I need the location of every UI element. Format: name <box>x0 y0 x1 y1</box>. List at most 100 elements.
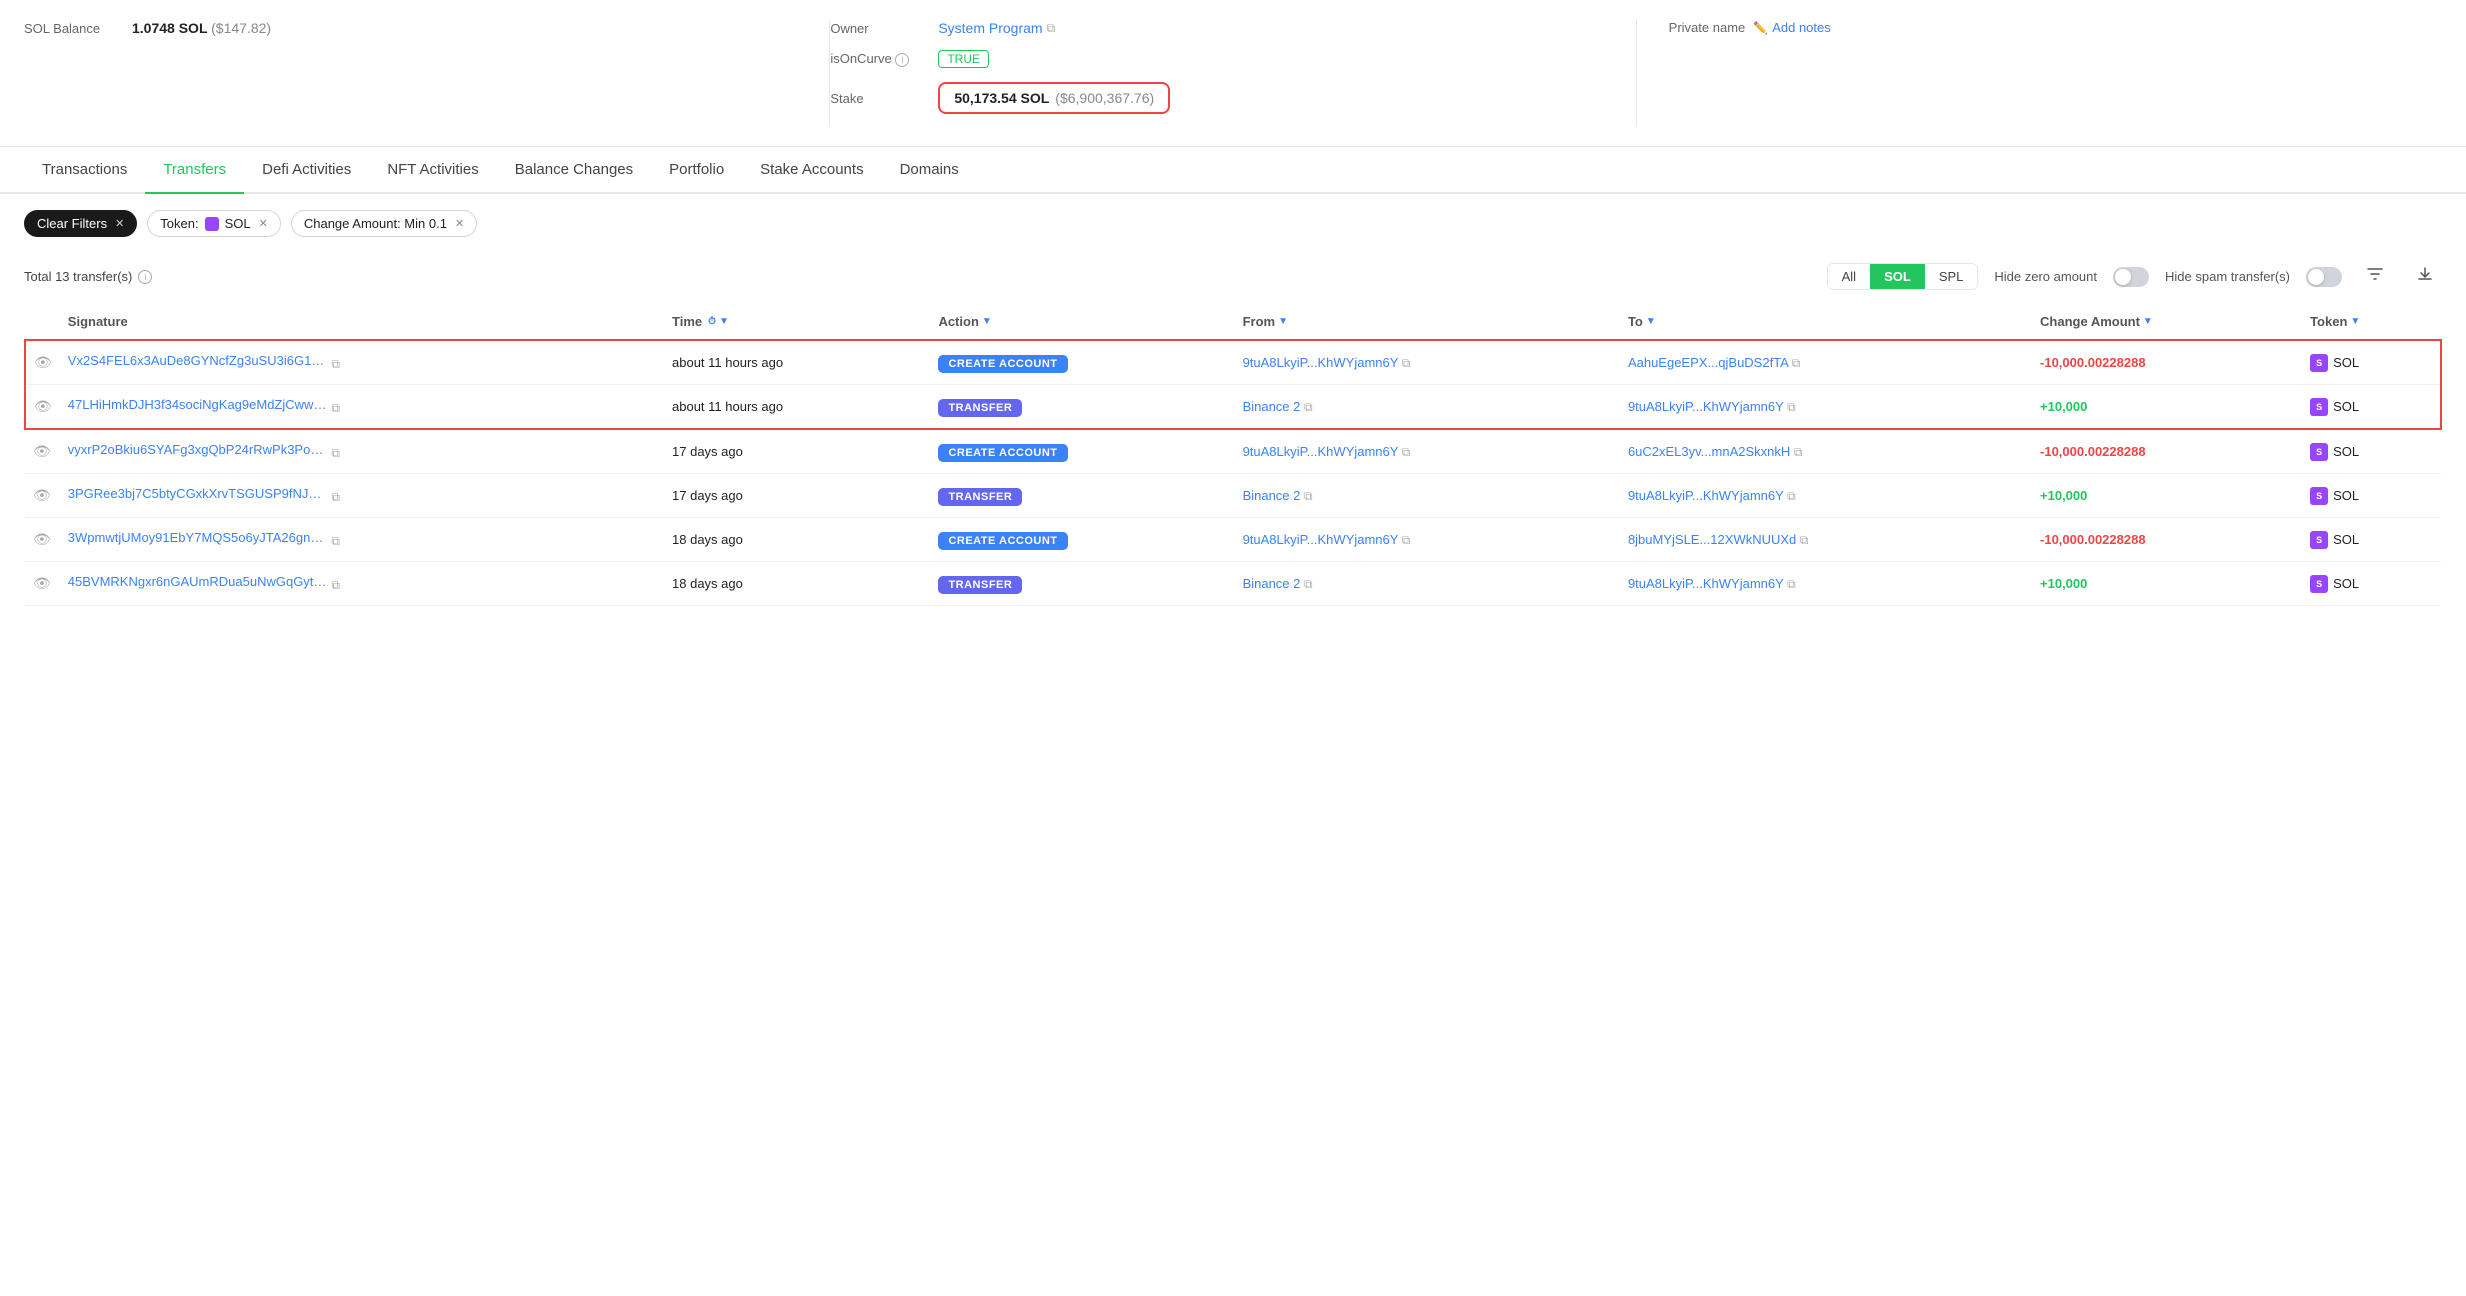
signature-link[interactable]: 45BVMRKNgxr6nGAUmRDua5uNwGqGytgyfqLndx..… <box>68 574 328 589</box>
copy-icon[interactable]: ⧉ <box>1047 21 1056 36</box>
table-row: 👁 3WpmwtjUMoy91EbY7MQS5o6yJTA26gnQKsS7V.… <box>25 518 2441 562</box>
token-filter-col-icon[interactable]: ▼ <box>2350 316 2360 327</box>
to-copy-icon[interactable]: ⧉ <box>1787 400 1796 414</box>
signature-link[interactable]: 3WpmwtjUMoy91EbY7MQS5o6yJTA26gnQKsS7V... <box>68 530 328 545</box>
from-copy-icon[interactable]: ⧉ <box>1402 445 1411 459</box>
action-cell: CREATE ACCOUNT <box>930 340 1234 385</box>
from-cell: Binance 2 ⧉ <box>1235 474 1620 518</box>
owner-link[interactable]: System Program ⧉ <box>938 20 1055 36</box>
change-amount-filter-col-icon[interactable]: ▼ <box>2143 316 2153 327</box>
time-sort-icon[interactable]: ⏱ <box>708 316 716 327</box>
from-copy-icon[interactable]: ⧉ <box>1402 356 1411 370</box>
row-eye-icon[interactable]: 👁 <box>33 487 51 503</box>
to-copy-icon[interactable]: ⧉ <box>1800 533 1809 547</box>
to-address-link[interactable]: 9tuA8LkyiP...KhWYjamn6Y <box>1628 576 1784 591</box>
filter-icon-btn[interactable] <box>2358 261 2392 292</box>
from-filter-icon[interactable]: ▼ <box>1278 316 1288 327</box>
clear-filters-x-icon[interactable]: ✕ <box>115 217 124 230</box>
tab-defi[interactable]: Defi Activities <box>244 147 369 194</box>
tab-domains[interactable]: Domains <box>882 147 977 194</box>
from-copy-icon[interactable]: ⧉ <box>1304 489 1313 503</box>
from-copy-icon[interactable]: ⧉ <box>1402 533 1411 547</box>
row-eye-icon[interactable]: 👁 <box>34 398 52 414</box>
to-copy-icon[interactable]: ⧉ <box>1787 577 1796 591</box>
sig-copy-icon[interactable]: ⧉ <box>331 534 340 548</box>
from-copy-icon[interactable]: ⧉ <box>1304 400 1313 414</box>
spl-btn[interactable]: SPL <box>1925 264 1978 289</box>
token-cell: S SOL <box>2302 340 2441 385</box>
to-address-link[interactable]: AahuEgeEPX...qjBuDS2fTA <box>1628 355 1788 370</box>
sol-btn[interactable]: SOL <box>1870 264 1925 289</box>
signature-link[interactable]: 47LHiHmkDJH3f34sociNgKag9eMdZjCwwVj3wgS.… <box>68 397 328 412</box>
to-copy-icon[interactable]: ⧉ <box>1794 445 1803 459</box>
change-amount-cell: +10,000 <box>2032 385 2302 430</box>
signature-link[interactable]: vyxrP2oBkiu6SYAFg3xgQbP24rRwPk3PoKgqQrjt… <box>68 442 328 457</box>
time-filter-icon[interactable]: ▼ <box>719 316 729 327</box>
to-cell: 9tuA8LkyiP...KhWYjamn6Y ⧉ <box>1620 474 2032 518</box>
isoncurve-info-icon[interactable]: i <box>895 53 909 67</box>
sig-copy-icon[interactable]: ⧉ <box>331 446 340 460</box>
row-eye-icon[interactable]: 👁 <box>34 354 52 370</box>
tab-portfolio[interactable]: Portfolio <box>651 147 742 194</box>
to-filter-icon[interactable]: ▼ <box>1646 316 1656 327</box>
from-address-link[interactable]: Binance 2 <box>1243 488 1301 503</box>
from-address-link[interactable]: Binance 2 <box>1243 399 1301 414</box>
from-address-link[interactable]: 9tuA8LkyiP...KhWYjamn6Y <box>1243 444 1399 459</box>
tab-transfers[interactable]: Transfers <box>145 147 244 194</box>
tab-stake[interactable]: Stake Accounts <box>742 147 881 194</box>
sig-copy-icon[interactable]: ⧉ <box>331 490 340 504</box>
token-filter-chip[interactable]: Token: SOL ✕ <box>147 210 281 237</box>
to-copy-icon[interactable]: ⧉ <box>1787 489 1796 503</box>
token-filter-x-icon[interactable]: ✕ <box>259 217 268 230</box>
row-eye-icon[interactable]: 👁 <box>33 575 51 591</box>
to-address-link[interactable]: 9tuA8LkyiP...KhWYjamn6Y <box>1628 488 1784 503</box>
col-to: To ▼ <box>1620 304 2032 340</box>
download-icon <box>2416 265 2434 283</box>
clear-filters-btn[interactable]: Clear Filters ✕ <box>24 210 137 237</box>
to-copy-icon[interactable]: ⧉ <box>1792 356 1801 370</box>
from-copy-icon[interactable]: ⧉ <box>1304 577 1313 591</box>
action-cell: TRANSFER <box>930 562 1234 606</box>
to-address-link[interactable]: 6uC2xEL3yv...mnA2SkxnkH <box>1628 444 1790 459</box>
to-cell: 9tuA8LkyiP...KhWYjamn6Y ⧉ <box>1620 562 2032 606</box>
all-btn[interactable]: All <box>1828 264 1870 289</box>
from-address-link[interactable]: 9tuA8LkyiP...KhWYjamn6Y <box>1243 355 1399 370</box>
token-display: S SOL <box>2310 354 2432 372</box>
sig-copy-icon[interactable]: ⧉ <box>331 578 340 592</box>
add-notes-btn[interactable]: ✏️ Add notes <box>1753 20 1831 35</box>
sig-copy-icon[interactable]: ⧉ <box>331 357 340 371</box>
isoncurve-label: isOnCurve i <box>830 51 930 67</box>
table-header: Signature Time ⏱ ▼ Action ▼ <box>25 304 2441 340</box>
from-address-link[interactable]: 9tuA8LkyiP...KhWYjamn6Y <box>1243 532 1399 547</box>
token-name: SOL <box>2333 488 2359 503</box>
token-icon: S <box>2310 398 2328 416</box>
tab-balance-changes[interactable]: Balance Changes <box>497 147 651 194</box>
change-amount-filter-chip[interactable]: Change Amount: Min 0.1 ✕ <box>291 210 477 237</box>
signature-link[interactable]: 3PGRee3bj7C5btyCGxkXrvTSGUSP9fNJa6aviiUG… <box>68 486 328 501</box>
change-amount-filter-x-icon[interactable]: ✕ <box>455 217 464 230</box>
row-eye-icon[interactable]: 👁 <box>33 443 51 459</box>
signature-link[interactable]: Vx2S4FEL6x3AuDe8GYNcfZg3uSU3i6G1yCzWm5d.… <box>68 353 328 368</box>
hide-spam-toggle[interactable] <box>2306 267 2342 287</box>
action-filter-icon[interactable]: ▼ <box>982 316 992 327</box>
from-address-link[interactable]: Binance 2 <box>1243 576 1301 591</box>
hide-zero-toggle[interactable] <box>2113 267 2149 287</box>
col-time: Time ⏱ ▼ <box>664 304 930 340</box>
change-amount-cell: +10,000 <box>2032 474 2302 518</box>
stake-value-box: 50,173.54 SOL ($6,900,367.76) <box>938 82 1170 114</box>
download-icon-btn[interactable] <box>2408 261 2442 292</box>
token-cell: S SOL <box>2302 474 2441 518</box>
total-info-icon[interactable]: i <box>138 270 152 284</box>
tab-transactions[interactable]: Transactions <box>24 147 145 194</box>
transfers-table-wrap: Signature Time ⏱ ▼ Action ▼ <box>0 304 2466 606</box>
row-eye-icon[interactable]: 👁 <box>33 531 51 547</box>
to-address-link[interactable]: 9tuA8LkyiP...KhWYjamn6Y <box>1628 399 1784 414</box>
tab-nft[interactable]: NFT Activities <box>369 147 496 194</box>
to-address-link[interactable]: 8jbuMYjSLE...12XWkNUUXd <box>1628 532 1796 547</box>
sig-copy-icon[interactable]: ⧉ <box>331 401 340 415</box>
time-cell: about 11 hours ago <box>664 385 930 430</box>
token-display: S SOL <box>2310 531 2433 549</box>
token-icon: S <box>2310 575 2328 593</box>
token-name: SOL <box>2333 444 2359 459</box>
token-display: S SOL <box>2310 443 2433 461</box>
